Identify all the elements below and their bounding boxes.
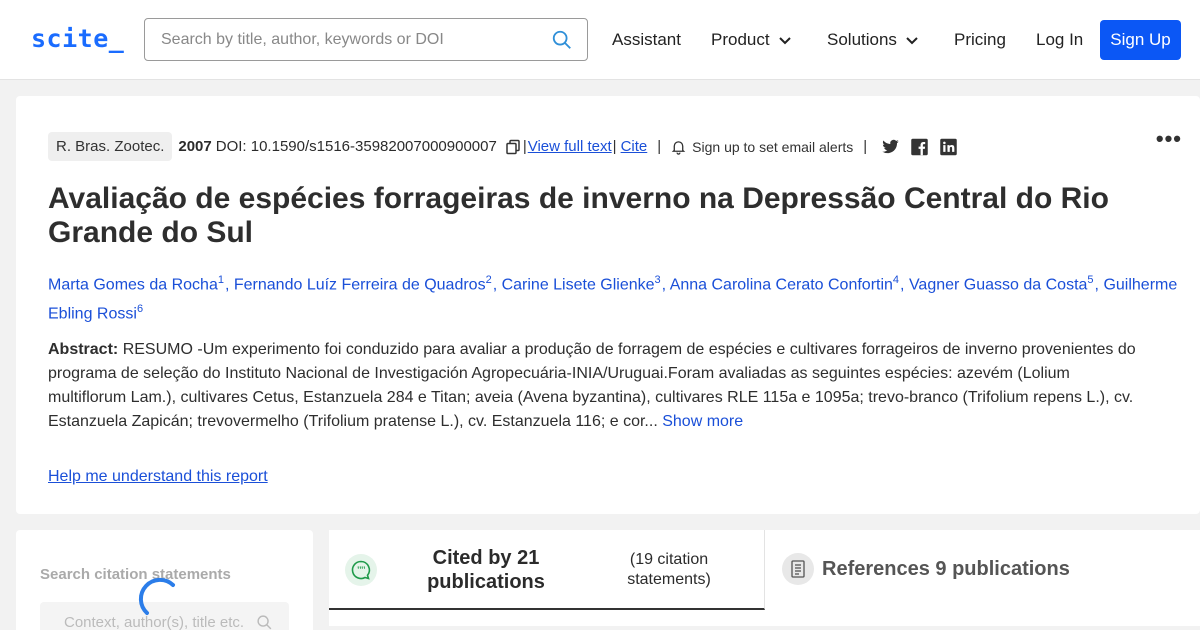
paper-card: R. Bras. Zootec. 2007 DOI: 10.1590/s1516… <box>16 96 1200 514</box>
help-understand-link[interactable]: Help me understand this report <box>48 468 268 486</box>
divider: | <box>863 138 868 155</box>
login-label: Log In <box>1036 30 1084 49</box>
nav-solutions-label: Solutions <box>827 30 897 49</box>
top-header: scite_ Assistant Product Solutions Prici… <box>0 0 1200 80</box>
search-icon[interactable] <box>256 614 273 630</box>
abstract-text: RESUMO -Um experimento foi conduzido par… <box>48 341 1136 430</box>
search-input[interactable] <box>161 19 541 60</box>
nav-pricing[interactable]: Pricing <box>954 30 1006 50</box>
content-divider <box>329 626 1200 630</box>
citation-tabs: " " Cited by 21 publications (19 citatio… <box>329 530 1200 630</box>
divider: | <box>612 138 617 155</box>
login-link[interactable]: Log In <box>1036 30 1083 50</box>
cite-link[interactable]: Cite <box>621 138 648 155</box>
journal-badge[interactable]: R. Bras. Zootec. <box>48 132 173 161</box>
tab-cited-by[interactable]: " " Cited by 21 publications (19 citatio… <box>329 530 765 610</box>
nav-assistant-label: Assistant <box>612 30 681 49</box>
svg-text:": " <box>361 566 367 577</box>
author-link[interactable]: Marta Gomes da Rocha <box>48 276 218 293</box>
loading-spinner-icon <box>138 577 175 615</box>
author-link[interactable]: Anna Carolina Cerato Confortin <box>670 276 893 293</box>
nav-assistant[interactable]: Assistant <box>612 30 681 50</box>
tab-references[interactable]: References 9 publications <box>766 530 1200 610</box>
author-link[interactable]: Carine Lisete Glienke <box>502 276 655 293</box>
divider: | <box>657 138 662 155</box>
paper-meta-row: R. Bras. Zootec. 2007 DOI: 10.1590/s1516… <box>48 132 958 161</box>
copy-icon[interactable] <box>505 139 521 155</box>
author-index: 6 <box>136 303 144 316</box>
cited-by-count: Cited by 21 publications <box>427 547 545 593</box>
bell-icon[interactable] <box>671 139 686 155</box>
scite-logo[interactable]: scite_ <box>31 24 124 53</box>
nav-product-label: Product <box>711 30 770 49</box>
author-index: 5 <box>1087 274 1094 286</box>
document-icon <box>782 553 814 585</box>
author-index: 2 <box>485 274 492 286</box>
abstract: Abstract: RESUMO -Um experimento foi con… <box>48 338 1148 434</box>
doi-text: DOI: 10.1590/s1516-35982007000900007 <box>215 138 497 155</box>
author-index: 1 <box>217 274 224 286</box>
chevron-down-icon <box>778 37 791 45</box>
email-alerts-link[interactable]: Sign up to set email alerts <box>692 139 853 155</box>
nav-product[interactable]: Product <box>711 30 792 50</box>
author-list: Marta Gomes da Rocha1, Fernando Luíz Fer… <box>48 274 1178 323</box>
divider: | <box>522 138 527 155</box>
nav-solutions[interactable]: Solutions <box>827 30 919 50</box>
view-full-text-link[interactable]: View full text <box>528 138 612 155</box>
author-link[interactable]: Vagner Guasso da Costa <box>909 276 1087 293</box>
author-link[interactable]: Fernando Luíz Ferreira de Quadros <box>234 276 486 293</box>
paper-title: Avaliação de espécies forrageiras de inv… <box>48 182 1109 249</box>
global-search[interactable] <box>144 18 588 61</box>
abstract-label: Abstract: <box>48 341 119 358</box>
twitter-icon[interactable] <box>881 138 900 156</box>
facebook-icon[interactable] <box>910 138 929 156</box>
search-icon[interactable] <box>551 29 573 51</box>
signup-button[interactable]: Sign Up <box>1100 20 1181 60</box>
nav-pricing-label: Pricing <box>954 30 1006 49</box>
citation-statements-count: (19 citation statements) <box>627 551 711 588</box>
chevron-down-icon <box>906 37 918 45</box>
more-options-icon[interactable]: ••• <box>1156 126 1182 152</box>
show-more-link[interactable]: Show more <box>662 413 743 430</box>
linkedin-icon[interactable] <box>939 138 958 156</box>
references-count: References 9 publications <box>822 558 1070 580</box>
author-index: 4 <box>892 274 900 286</box>
quote-bubble-icon: " " <box>345 554 377 586</box>
author-index: 3 <box>654 274 661 286</box>
publication-year: 2007 <box>178 138 212 155</box>
